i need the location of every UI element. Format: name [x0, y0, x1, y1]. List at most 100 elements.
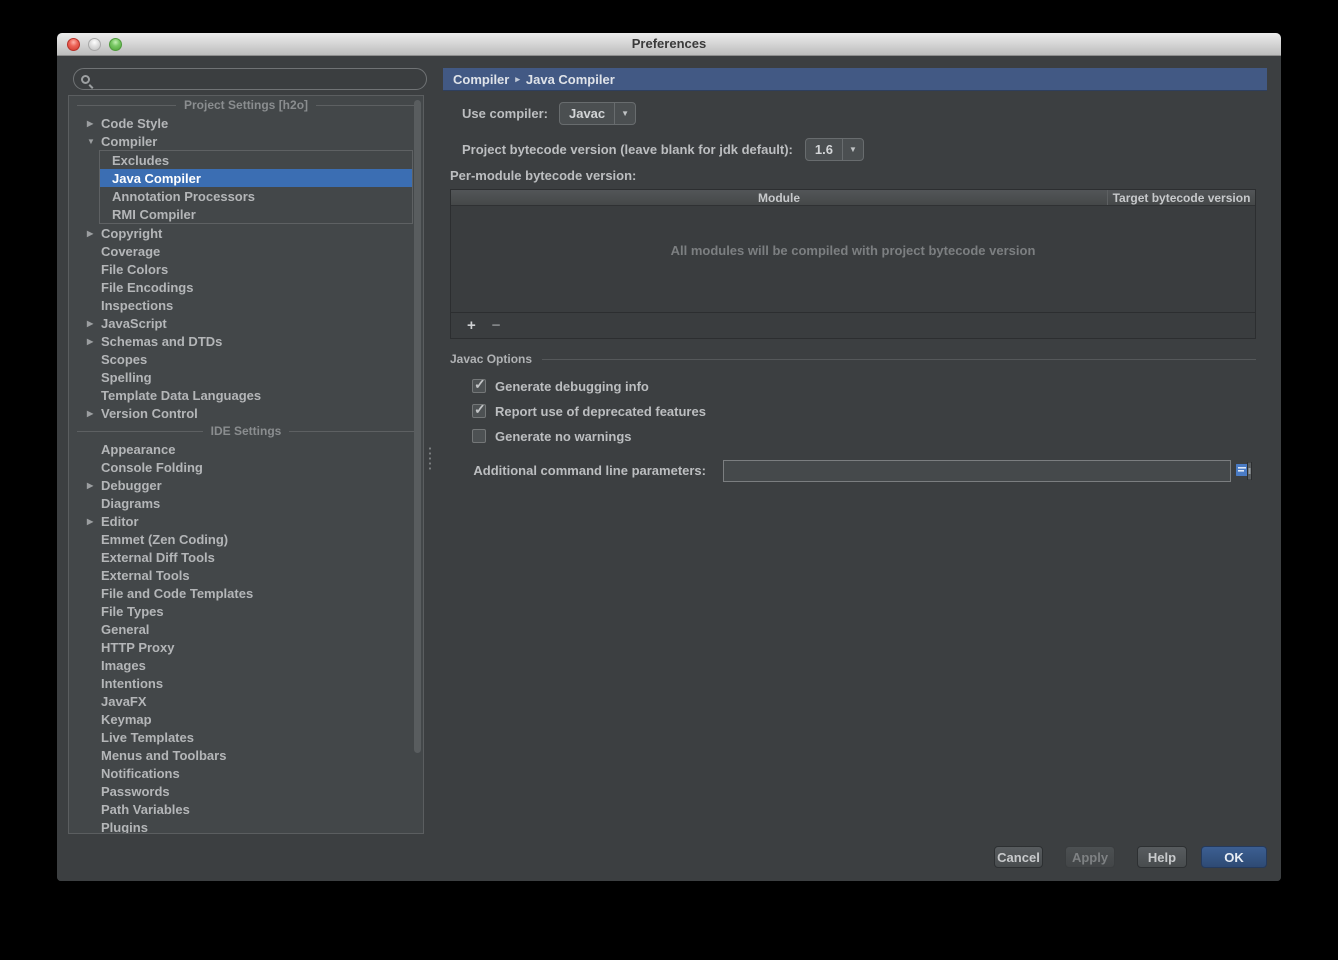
- sidebar-item-file-and-code-templates[interactable]: File and Code Templates: [69, 584, 423, 602]
- chevron-right-icon[interactable]: ▶: [87, 517, 101, 526]
- chevron-right-icon[interactable]: ▶: [87, 337, 101, 346]
- sidebar-item-debugger[interactable]: ▶ Debugger: [69, 476, 423, 494]
- sidebar-item-version-control[interactable]: ▶ Version Control: [69, 404, 423, 422]
- sidebar-item-plugins[interactable]: Plugins: [69, 818, 423, 834]
- chevron-right-icon[interactable]: ▶: [87, 229, 101, 238]
- sidebar-item-label: Spelling: [101, 369, 152, 385]
- settings-search-field[interactable]: [73, 68, 427, 90]
- sidebar-item-label: Java Compiler: [112, 170, 201, 186]
- sidebar-group-compiler: Excludes Java Compiler Annotation Processo…: [99, 150, 413, 224]
- sidebar-item-compiler[interactable]: ▼ Compiler: [69, 132, 423, 150]
- bytecode-version-select[interactable]: 1.6 ▼: [804, 138, 864, 161]
- chevron-right-icon[interactable]: ▶: [87, 119, 101, 128]
- javac-options-label: Javac Options: [450, 352, 533, 366]
- target-version-column-header[interactable]: Target bytecode version: [1108, 190, 1255, 205]
- sidebar-item-path-variables[interactable]: Path Variables: [69, 800, 423, 818]
- option-row-generate-debugging-info: Generate debugging info: [472, 376, 649, 395]
- chevron-down-icon[interactable]: ▼: [614, 103, 635, 124]
- sidebar-item-external-tools[interactable]: External Tools: [69, 566, 423, 584]
- sidebar-item-coverage[interactable]: Coverage: [69, 242, 423, 260]
- cancel-button[interactable]: Cancel: [994, 846, 1043, 868]
- sidebar-item-file-encodings[interactable]: File Encodings: [69, 278, 423, 296]
- add-row-button[interactable]: +: [467, 318, 476, 333]
- sidebar-item-keymap[interactable]: Keymap: [69, 710, 423, 728]
- sidebar-item-scopes[interactable]: Scopes: [69, 350, 423, 368]
- sidebar-item-annotation-processors[interactable]: Annotation Processors: [100, 187, 412, 205]
- sidebar-item-label: Notifications: [101, 765, 180, 781]
- chevron-down-icon[interactable]: ▼: [87, 137, 101, 146]
- checkbox-generate-debugging-info[interactable]: [472, 376, 486, 393]
- chevron-right-icon[interactable]: ▶: [87, 481, 101, 490]
- sidebar-item-schemas-and-dtds[interactable]: ▶ Schemas and DTDs: [69, 332, 423, 350]
- help-button[interactable]: Help: [1137, 846, 1187, 868]
- sidebar-item-label: Scopes: [101, 351, 148, 367]
- sidebar-item-javascript[interactable]: ▶ JavaScript: [69, 314, 423, 332]
- sidebar-item-label: RMI Compiler: [112, 206, 196, 222]
- sidebar-item-http-proxy[interactable]: HTTP Proxy: [69, 638, 423, 656]
- table-toolbar: + −: [451, 312, 1255, 338]
- use-compiler-label: Use compiler:: [462, 106, 548, 121]
- search-input[interactable]: [90, 71, 426, 87]
- additional-params-input[interactable]: [723, 460, 1231, 482]
- sidebar-item-passwords[interactable]: Passwords: [69, 782, 423, 800]
- bytecode-version-label: Project bytecode version (leave blank fo…: [462, 142, 793, 157]
- option-row-report-use-of-deprecated-features: Report use of deprecated features: [472, 401, 706, 420]
- sidebar-item-intentions[interactable]: Intentions: [69, 674, 423, 692]
- chevron-right-icon[interactable]: ▶: [87, 319, 101, 328]
- compiler-select[interactable]: Javac ▼: [558, 102, 637, 125]
- breadcrumb-parent[interactable]: Compiler: [453, 72, 509, 87]
- sidebar-item-label: Menus and Toolbars: [101, 747, 227, 763]
- sidebar-item-excludes[interactable]: Excludes: [100, 151, 412, 169]
- remove-row-button[interactable]: −: [492, 318, 501, 333]
- chevron-down-icon[interactable]: ▼: [841, 139, 863, 160]
- sidebar-item-label: HTTP Proxy: [101, 639, 175, 655]
- sidebar-item-inspections[interactable]: Inspections: [69, 296, 423, 314]
- zoom-button[interactable]: [109, 38, 122, 51]
- chevron-right-icon[interactable]: ▶: [87, 409, 101, 418]
- ide-settings-section: IDE Settings Appearance Console Folding ▶ De…: [69, 422, 423, 834]
- project-settings-header: Project Settings [h2o]: [69, 96, 423, 114]
- sidebar-item-javafx[interactable]: JavaFX: [69, 692, 423, 710]
- apply-button[interactable]: Apply: [1065, 846, 1115, 868]
- title-bar[interactable]: Preferences: [57, 33, 1281, 56]
- sidebar-item-notifications[interactable]: Notifications: [69, 764, 423, 782]
- sidebar-item-external-diff-tools[interactable]: External Diff Tools: [69, 548, 423, 566]
- sidebar-item-template-data-languages[interactable]: Template Data Languages: [69, 386, 423, 404]
- dialog-buttons: Cancel Apply Help OK: [994, 846, 1267, 868]
- sidebar-item-label: Template Data Languages: [101, 387, 262, 403]
- sidebar-item-java-compiler[interactable]: Java Compiler: [100, 169, 412, 187]
- sidebar-item-live-templates[interactable]: Live Templates: [69, 728, 423, 746]
- sidebar-item-editor[interactable]: ▶ Editor: [69, 512, 423, 530]
- sidebar-item-file-types[interactable]: File Types: [69, 602, 423, 620]
- sidebar-item-label: Intentions: [101, 675, 164, 691]
- sidebar-item-diagrams[interactable]: Diagrams: [69, 494, 423, 512]
- sidebar-item-console-folding[interactable]: Console Folding: [69, 458, 423, 476]
- sidebar-item-label: Annotation Processors: [112, 188, 256, 204]
- module-column-header[interactable]: Module: [451, 190, 1108, 205]
- sidebar-item-file-colors[interactable]: File Colors: [69, 260, 423, 278]
- sidebar-item-copyright[interactable]: ▶ Copyright: [69, 224, 423, 242]
- ok-button[interactable]: OK: [1201, 846, 1267, 868]
- checkbox-report-use-of-deprecated-features[interactable]: [472, 401, 486, 418]
- sidebar-scrollbar[interactable]: [414, 100, 421, 753]
- expand-editor-icon[interactable]: [1236, 461, 1253, 481]
- sidebar-item-spelling[interactable]: Spelling: [69, 368, 423, 386]
- sidebar-item-code-style[interactable]: ▶ Code Style: [69, 114, 423, 132]
- window-title: Preferences: [631, 36, 707, 51]
- sidebar-item-general[interactable]: General: [69, 620, 423, 638]
- checkbox-label: Generate no warnings: [495, 428, 632, 444]
- sidebar-item-menus-and-toolbars[interactable]: Menus and Toolbars: [69, 746, 423, 764]
- checkbox-generate-no-warnings[interactable]: [472, 429, 486, 443]
- table-header: Module Target bytecode version: [451, 190, 1255, 206]
- minimize-button[interactable]: [88, 38, 101, 51]
- per-module-table[interactable]: Module Target bytecode version All modul…: [450, 189, 1256, 339]
- sidebar-item-images[interactable]: Images: [69, 656, 423, 674]
- sidebar-item-label: Coverage: [101, 243, 161, 259]
- sidebar-item-label: JavaScript: [101, 315, 167, 331]
- sidebar-item-rmi-compiler[interactable]: RMI Compiler: [100, 205, 412, 223]
- sidebar-item-emmet-zen-coding[interactable]: Emmet (Zen Coding): [69, 530, 423, 548]
- javac-options-separator: Javac Options: [450, 351, 1256, 367]
- close-button[interactable]: [67, 38, 80, 51]
- sidebar-item-appearance[interactable]: Appearance: [69, 440, 423, 458]
- splitter-grip[interactable]: [428, 446, 432, 472]
